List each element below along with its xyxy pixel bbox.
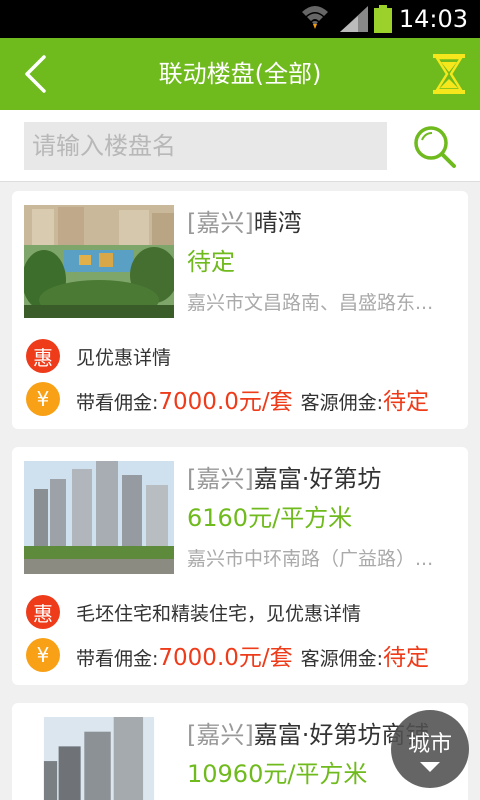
listing-card[interactable]: [嘉兴]嘉富·好第坊 6160元/平方米 嘉兴市中环南路（广益路）... 惠 毛… — [12, 447, 468, 685]
listing-price: 10960元/平方米 — [187, 760, 368, 788]
property-image — [24, 205, 174, 318]
promo-text: 毛坯住宅和精装住宅，见优惠详情 — [76, 602, 362, 625]
discount-badge-icon: 惠 — [26, 339, 60, 373]
viewing-commission-label: 带看佣金: — [76, 392, 159, 414]
listing-name: 晴湾 — [253, 209, 302, 237]
battery-icon — [374, 5, 392, 33]
yuan-badge-icon: ¥ — [26, 638, 60, 672]
search-bar — [0, 110, 480, 182]
commission-row: ¥ 带看佣金: 7000.0元/套 客源佣金: 待定 — [26, 637, 429, 673]
source-commission-amount: 待定 — [383, 645, 430, 671]
title-bar: 联动楼盘(全部) — [0, 38, 480, 110]
viewing-commission-label: 带看佣金: — [76, 648, 159, 670]
listing-city: [嘉兴] — [187, 465, 254, 493]
listing-title: [嘉兴]嘉富·好第坊 — [187, 463, 381, 495]
promo-text: 见优惠详情 — [76, 346, 172, 369]
city-select-button[interactable]: 城市 — [391, 710, 469, 788]
search-icon[interactable] — [410, 122, 460, 172]
listing-city: [嘉兴] — [187, 721, 254, 749]
promo-row: 惠 见优惠详情 — [26, 338, 171, 374]
property-image — [24, 461, 174, 574]
listing-name: 嘉富·好第坊 — [253, 465, 382, 493]
city-button-label: 城市 — [407, 732, 452, 757]
source-commission-label: 客源佣金: — [300, 392, 384, 414]
back-arrow-icon[interactable] — [18, 54, 58, 94]
listing-address: 嘉兴市文昌路南、昌盛路东... — [187, 292, 434, 314]
listing-city: [嘉兴] — [187, 209, 254, 237]
wifi-icon — [302, 6, 328, 29]
chevron-down-icon — [420, 762, 440, 772]
listing-price: 6160元/平方米 — [187, 504, 353, 532]
promo-row: 惠 毛坯住宅和精装住宅，见优惠详情 — [26, 594, 361, 630]
status-bar: 14:03 — [0, 0, 480, 38]
search-input[interactable] — [24, 122, 387, 170]
source-commission-amount: 待定 — [383, 389, 430, 415]
listing-title: [嘉兴]晴湾 — [187, 207, 302, 239]
status-time: 14:03 — [398, 5, 468, 33]
source-commission-label: 客源佣金: — [300, 648, 384, 670]
listing-card[interactable]: [嘉兴]晴湾 待定 嘉兴市文昌路南、昌盛路东... 惠 见优惠详情 ¥ 带看佣金… — [12, 191, 468, 429]
discount-badge-icon: 惠 — [26, 595, 60, 629]
signal-icon — [340, 6, 368, 32]
property-image — [43, 717, 155, 800]
listing-address: 嘉兴市中环南路（广益路）... — [187, 548, 434, 570]
yuan-badge-icon: ¥ — [26, 382, 60, 416]
viewing-commission-amount: 7000.0元/套 — [158, 645, 293, 671]
hourglass-icon[interactable] — [432, 53, 466, 95]
page-title: 联动楼盘(全部) — [158, 60, 322, 88]
viewing-commission-amount: 7000.0元/套 — [158, 389, 293, 415]
listing-price: 待定 — [187, 248, 235, 276]
commission-row: ¥ 带看佣金: 7000.0元/套 客源佣金: 待定 — [26, 381, 429, 417]
